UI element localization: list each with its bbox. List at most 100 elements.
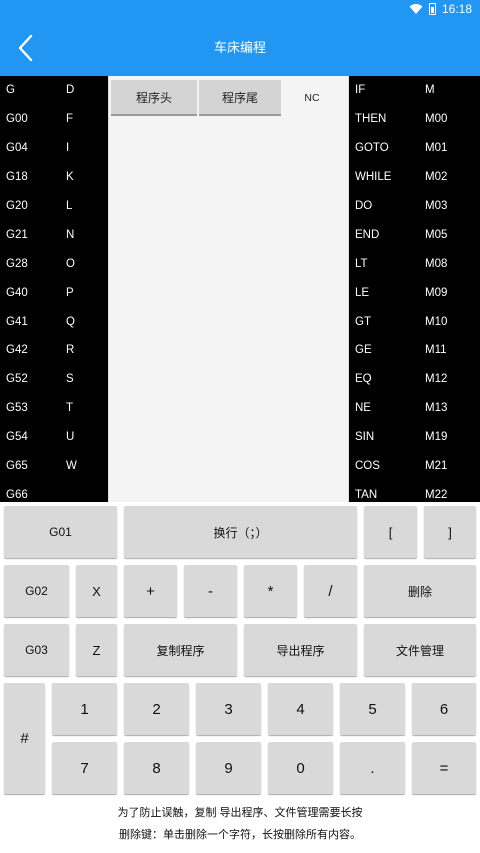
keyword-button[interactable]: M11 [419, 344, 474, 356]
keyword-button[interactable]: F [60, 113, 100, 125]
program-header-button[interactable]: 程序头 [111, 80, 197, 116]
keyword-button[interactable]: TAN [349, 489, 419, 501]
keyword-button[interactable]: I [60, 142, 100, 154]
keyword-button[interactable]: M19 [419, 431, 474, 443]
key-hash[interactable]: # [4, 683, 45, 794]
keyword-button[interactable]: THEN [349, 113, 419, 125]
key-z[interactable]: Z [76, 624, 117, 676]
keyword-button[interactable]: NE [349, 402, 419, 414]
keyword-button[interactable]: M01 [419, 142, 474, 154]
left-keyword-row: G53 T [0, 394, 108, 423]
keyword-button[interactable]: N [60, 229, 100, 241]
keyword-button[interactable]: SIN [349, 431, 419, 443]
key-g02[interactable]: G02 [4, 565, 69, 617]
keyword-button[interactable]: EQ [349, 373, 419, 385]
hint-line-1: 为了防止误触，复制 导出程序、文件管理需要长按 [117, 807, 363, 819]
keyword-button[interactable]: W [60, 460, 100, 472]
key-left-bracket[interactable]: [ [364, 506, 417, 558]
keyword-button[interactable]: M05 [419, 229, 474, 241]
key-g01[interactable]: G01 [4, 506, 117, 558]
keyword-button[interactable]: M09 [419, 287, 474, 299]
key-7[interactable]: 7 [52, 742, 117, 794]
keyword-button[interactable]: COS [349, 460, 419, 472]
key-6[interactable]: 6 [412, 683, 476, 735]
keyword-button[interactable]: G41 [0, 316, 60, 328]
keyword-button[interactable]: M02 [419, 171, 474, 183]
keyword-button[interactable]: G53 [0, 402, 60, 414]
keyword-button[interactable]: GOTO [349, 142, 419, 154]
keyword-button[interactable]: Q [60, 316, 100, 328]
keyword-button[interactable]: U [60, 431, 100, 443]
key-x[interactable]: X [76, 565, 117, 617]
keyword-button[interactable]: G66 [0, 489, 60, 501]
key-1[interactable]: 1 [52, 683, 117, 735]
key-4[interactable]: 4 [268, 683, 333, 735]
keyword-button[interactable]: O [60, 258, 100, 270]
keyword-button[interactable]: IF [349, 84, 419, 96]
delete-button[interactable]: 删除 [364, 565, 476, 617]
keyword-button[interactable]: G40 [0, 287, 60, 299]
export-program-button[interactable]: 导出程序 [244, 624, 357, 676]
left-keyword-row: G41 Q [0, 307, 108, 336]
keyword-button[interactable]: G65 [0, 460, 60, 472]
keyword-button[interactable]: LT [349, 258, 419, 270]
keyword-button[interactable]: M08 [419, 258, 474, 270]
keyword-button[interactable]: T [60, 402, 100, 414]
key-dot[interactable]: . [340, 742, 405, 794]
file-manager-button[interactable]: 文件管理 [364, 624, 476, 676]
key-g03[interactable]: G03 [4, 624, 69, 676]
keyword-button[interactable]: D [60, 84, 100, 96]
key-divide[interactable]: / [304, 565, 357, 617]
keyword-button[interactable]: M10 [419, 316, 474, 328]
keyword-button[interactable]: G00 [0, 113, 60, 125]
keyword-button[interactable]: G54 [0, 431, 60, 443]
keyword-button[interactable]: G18 [0, 171, 60, 183]
right-keyword-row: EQ M12 [349, 365, 480, 394]
key-minus[interactable]: - [184, 565, 237, 617]
keyword-button[interactable]: M [419, 84, 474, 96]
key-8[interactable]: 8 [124, 742, 189, 794]
keyword-button[interactable]: G42 [0, 344, 60, 356]
nc-label[interactable]: NC [283, 80, 341, 116]
keyword-button[interactable]: G04 [0, 142, 60, 154]
keyword-button[interactable]: M13 [419, 402, 474, 414]
keyword-button[interactable]: G52 [0, 373, 60, 385]
keyword-button[interactable]: GT [349, 316, 419, 328]
key-3[interactable]: 3 [196, 683, 261, 735]
keyword-button[interactable]: G [0, 84, 60, 96]
keyword-button[interactable]: END [349, 229, 419, 241]
key-plus[interactable]: + [124, 565, 177, 617]
keyword-button[interactable]: L [60, 200, 100, 212]
keyword-button[interactable]: M22 [419, 489, 474, 501]
program-footer-button[interactable]: 程序尾 [199, 80, 281, 116]
copy-program-button[interactable]: 复制程序 [124, 624, 237, 676]
key-2[interactable]: 2 [124, 683, 189, 735]
right-keyword-row: GOTO M01 [349, 134, 480, 163]
keyword-button[interactable]: M12 [419, 373, 474, 385]
key-9[interactable]: 9 [196, 742, 261, 794]
key-equals[interactable]: = [412, 742, 476, 794]
keyword-button[interactable]: G20 [0, 200, 60, 212]
keyword-button[interactable]: R [60, 344, 100, 356]
keyword-button[interactable]: LE [349, 287, 419, 299]
keyword-button[interactable]: GE [349, 344, 419, 356]
keyword-button[interactable]: G21 [0, 229, 60, 241]
status-bar: 16:18 [0, 0, 480, 20]
right-keyword-row: COS M21 [349, 452, 480, 481]
keyword-button[interactable]: M21 [419, 460, 474, 472]
keyword-button[interactable]: WHILE [349, 171, 419, 183]
keyword-button[interactable]: G28 [0, 258, 60, 270]
keyword-button[interactable]: K [60, 171, 100, 183]
keyword-button[interactable]: S [60, 373, 100, 385]
program-editor: 程序头 程序尾 NC [108, 76, 349, 502]
keyword-button[interactable]: M00 [419, 113, 474, 125]
key-multiply[interactable]: * [244, 565, 297, 617]
key-right-bracket[interactable]: ] [424, 506, 476, 558]
keyword-button[interactable]: DO [349, 200, 419, 212]
keyword-button[interactable]: M03 [419, 200, 474, 212]
key-5[interactable]: 5 [340, 683, 405, 735]
key-0[interactable]: 0 [268, 742, 333, 794]
keyword-button[interactable]: P [60, 287, 100, 299]
program-text-area[interactable] [111, 120, 346, 502]
key-newline[interactable]: 换行（；） [124, 506, 357, 558]
